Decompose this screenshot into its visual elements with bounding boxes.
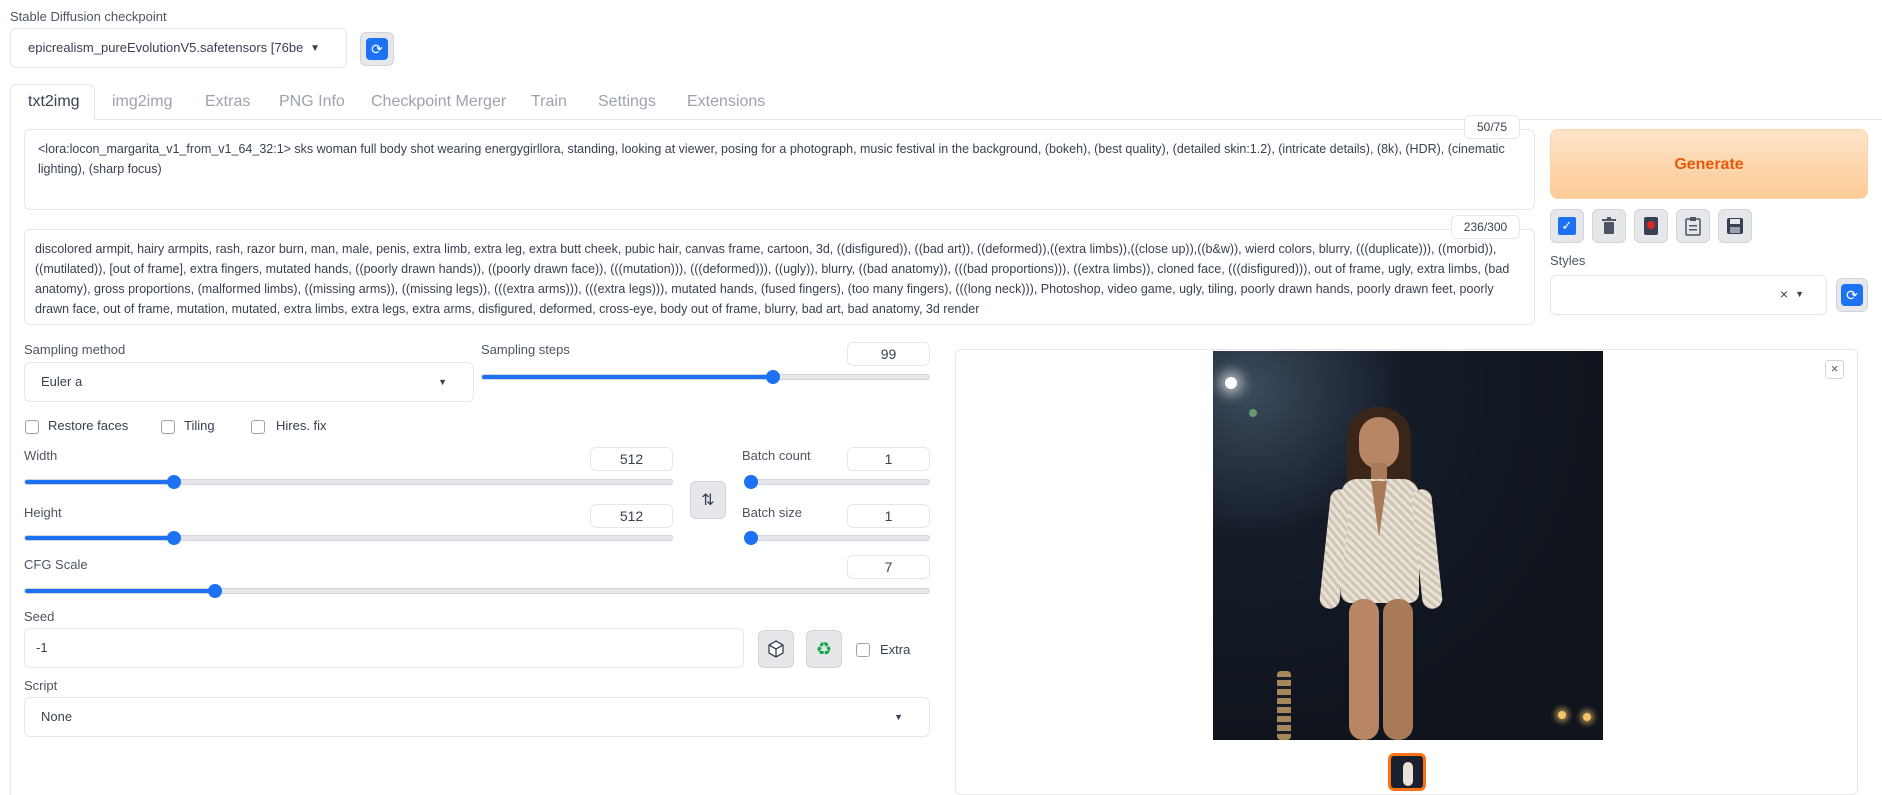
batch-count-input[interactable]: 1	[847, 447, 930, 471]
sampling-steps-input[interactable]: 99	[847, 342, 930, 366]
clipboard-icon	[1685, 217, 1701, 236]
tiling-checkbox[interactable]	[161, 420, 175, 434]
generate-label: Generate	[1674, 156, 1744, 173]
tab-checkpoint-merger[interactable]: Checkpoint Merger	[371, 93, 506, 111]
prompt-textarea[interactable]: <lora:locon_margarita_v1_from_v1_64_32:1…	[24, 129, 1535, 210]
cfg-scale-slider[interactable]	[24, 584, 930, 598]
dice-icon	[768, 640, 784, 658]
slider-thumb[interactable]	[765, 370, 780, 384]
negative-prompt-textarea[interactable]: discolored armpit, hairy armpits, rash, …	[24, 229, 1535, 325]
tab-label: txt2img	[28, 93, 80, 110]
script-value: None	[41, 709, 73, 724]
checkpoint-refresh-button[interactable]: ⟳	[360, 32, 394, 66]
sampling-steps-slider[interactable]	[481, 370, 930, 384]
seed-input[interactable]: -1	[24, 628, 744, 668]
clear-prompt-button[interactable]	[1592, 209, 1626, 243]
generated-image[interactable]	[1213, 351, 1603, 740]
slider-thumb[interactable]	[207, 584, 222, 598]
save-style-button[interactable]	[1718, 209, 1752, 243]
interrogate-button[interactable]: ✓	[1550, 209, 1584, 243]
sampling-steps-label: Sampling steps	[481, 342, 570, 357]
extra-seed-label: Extra	[880, 642, 911, 657]
slider-fill	[482, 375, 773, 379]
tab-extras[interactable]: Extras	[205, 93, 250, 111]
image-gallery: ×	[955, 349, 1858, 795]
width-label: Width	[24, 448, 58, 463]
styles-select[interactable]: × ▼	[1550, 275, 1827, 315]
checkpoint-label: Stable Diffusion checkpoint	[10, 9, 167, 24]
slider-fill	[25, 589, 215, 593]
height-label: Height	[24, 505, 62, 520]
width-input[interactable]: 512	[590, 447, 673, 471]
sampling-method-label: Sampling method	[24, 342, 126, 357]
clear-icon[interactable]: ×	[1780, 286, 1788, 302]
gallery-thumbnail[interactable]	[1388, 753, 1426, 791]
checkbox-icon: ✓	[1558, 217, 1576, 235]
negative-prompt-text: discolored armpit, hairy armpits, rash, …	[35, 242, 1510, 316]
prompt-token-counter: 50/75	[1464, 115, 1520, 139]
hires-fix-checkbox[interactable]	[251, 420, 265, 434]
checkpoint-value: epicrealism_pureEvolutionV5.safetensors …	[28, 40, 304, 55]
slider-thumb[interactable]	[166, 475, 181, 489]
reuse-seed-button[interactable]: ♻	[806, 630, 842, 668]
chevron-down-icon: ▼	[438, 377, 447, 387]
styles-label: Styles	[1550, 253, 1586, 268]
refresh-icon: ⟳	[366, 38, 388, 60]
swap-dimensions-button[interactable]: ⇅	[690, 481, 726, 519]
sampling-method-value: Euler a	[41, 374, 83, 389]
restore-faces-label: Restore faces	[48, 418, 129, 433]
sampling-method-select[interactable]: Euler a ▼	[24, 362, 474, 402]
cfg-scale-input[interactable]: 7	[847, 555, 930, 579]
checkpoint-select[interactable]: epicrealism_pureEvolutionV5.safetensors …	[10, 28, 347, 68]
height-input[interactable]: 512	[590, 504, 673, 528]
slider-thumb[interactable]	[744, 531, 758, 545]
random-seed-button[interactable]	[758, 630, 794, 668]
tab-train[interactable]: Train	[531, 93, 567, 111]
slider-thumb[interactable]	[166, 531, 181, 545]
batch-size-label: Batch size	[742, 505, 802, 520]
tab-img2img[interactable]: img2img	[112, 93, 172, 111]
script-label: Script	[24, 678, 58, 693]
chevron-down-icon: ▼	[1795, 289, 1804, 299]
tab-png-info[interactable]: PNG Info	[279, 93, 345, 111]
hires-fix-label: Hires. fix	[276, 418, 327, 433]
extra-seed-checkbox[interactable]	[856, 643, 870, 657]
batch-size-input[interactable]: 1	[847, 504, 930, 528]
seed-label: Seed	[24, 609, 55, 624]
generate-button[interactable]: Generate	[1550, 129, 1868, 199]
styles-refresh-button[interactable]: ⟳	[1836, 278, 1868, 312]
batch-count-slider[interactable]	[744, 475, 930, 489]
prompt-text: <lora:locon_margarita_v1_from_v1_64_32:1…	[38, 142, 1505, 176]
restore-faces-checkbox[interactable]	[25, 420, 39, 434]
extra-networks-button[interactable]	[1634, 209, 1668, 243]
card-icon	[1644, 217, 1658, 235]
chevron-down-icon: ▼	[310, 43, 320, 54]
slider-fill	[25, 536, 174, 540]
batch-count-label: Batch count	[742, 448, 811, 463]
seed-value: -1	[36, 640, 48, 655]
tab-txt2img[interactable]: txt2img	[10, 84, 95, 120]
width-slider[interactable]	[24, 475, 673, 489]
trash-icon	[1602, 217, 1616, 234]
slider-fill	[25, 480, 174, 484]
tab-extensions[interactable]: Extensions	[687, 93, 765, 111]
recycle-icon: ♻	[815, 638, 833, 659]
tab-settings[interactable]: Settings	[598, 93, 656, 111]
close-icon[interactable]: ×	[1825, 360, 1844, 379]
cfg-scale-label: CFG Scale	[24, 557, 88, 572]
refresh-icon: ⟳	[1841, 284, 1863, 306]
apply-style-button[interactable]	[1676, 209, 1710, 243]
tiling-label: Tiling	[184, 418, 215, 433]
height-slider[interactable]	[24, 531, 673, 545]
negative-prompt-token-counter: 236/300	[1451, 215, 1520, 239]
chevron-down-icon: ▼	[894, 712, 903, 722]
script-select[interactable]: None ▼	[24, 697, 930, 737]
swap-icon: ⇅	[701, 492, 715, 509]
slider-thumb[interactable]	[744, 475, 758, 489]
batch-size-slider[interactable]	[744, 531, 930, 545]
save-icon	[1727, 218, 1743, 234]
